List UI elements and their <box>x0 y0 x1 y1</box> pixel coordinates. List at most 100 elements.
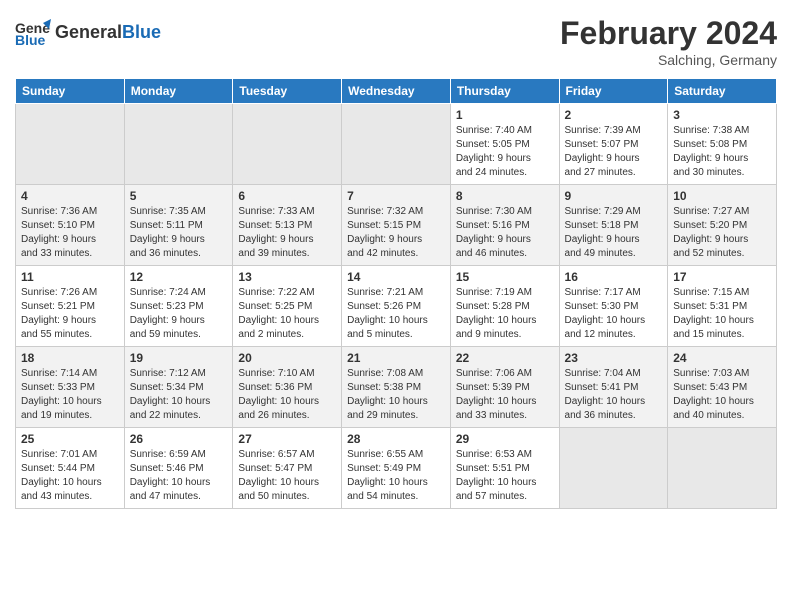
logo-icon: General Blue <box>15 15 51 51</box>
calendar-cell: 25 Sunrise: 7:01 AM Sunset: 5:44 PM Dayli… <box>16 428 125 509</box>
calendar-cell <box>16 104 125 185</box>
day-info: Sunrise: 7:22 AM Sunset: 5:25 PM Dayligh… <box>238 286 336 342</box>
calendar-cell: 23 Sunrise: 7:04 AM Sunset: 5:41 PM Dayli… <box>559 347 668 428</box>
page-header: General Blue GeneralBlue February 2024 S… <box>15 15 777 68</box>
day-info: Sunrise: 7:36 AM Sunset: 5:10 PM Dayligh… <box>21 205 119 261</box>
day-info: Sunrise: 6:55 AM Sunset: 5:49 PM Dayligh… <box>347 448 445 504</box>
calendar-cell: 12 Sunrise: 7:24 AM Sunset: 5:23 PM Dayli… <box>124 266 233 347</box>
calendar-cell: 16 Sunrise: 7:17 AM Sunset: 5:30 PM Dayli… <box>559 266 668 347</box>
day-info: Sunrise: 7:30 AM Sunset: 5:16 PM Dayligh… <box>456 205 554 261</box>
calendar-cell: 4 Sunrise: 7:36 AM Sunset: 5:10 PM Daylig… <box>16 185 125 266</box>
logo-blue: Blue <box>122 22 161 42</box>
day-info: Sunrise: 7:03 AM Sunset: 5:43 PM Dayligh… <box>673 367 771 423</box>
day-number: 15 <box>456 270 554 284</box>
week-row-5: 25 Sunrise: 7:01 AM Sunset: 5:44 PM Dayli… <box>16 428 777 509</box>
day-info: Sunrise: 7:21 AM Sunset: 5:26 PM Dayligh… <box>347 286 445 342</box>
day-number: 7 <box>347 189 445 203</box>
week-row-3: 11 Sunrise: 7:26 AM Sunset: 5:21 PM Dayli… <box>16 266 777 347</box>
calendar-cell: 5 Sunrise: 7:35 AM Sunset: 5:11 PM Daylig… <box>124 185 233 266</box>
calendar-cell: 22Sunrise: 7:06 AM Sunset: 5:39 PM Dayli… <box>450 347 559 428</box>
calendar-cell: 15 Sunrise: 7:19 AM Sunset: 5:28 PM Dayli… <box>450 266 559 347</box>
svg-text:Blue: Blue <box>15 32 46 48</box>
day-number: 26 <box>130 432 228 446</box>
day-info: Sunrise: 7:08 AM Sunset: 5:38 PM Dayligh… <box>347 367 445 423</box>
calendar-cell: 28 Sunrise: 6:55 AM Sunset: 5:49 PM Dayli… <box>342 428 451 509</box>
calendar-cell: 11 Sunrise: 7:26 AM Sunset: 5:21 PM Dayli… <box>16 266 125 347</box>
logo-general: General <box>55 22 122 42</box>
day-info: Sunrise: 6:53 AM Sunset: 5:51 PM Dayligh… <box>456 448 554 504</box>
calendar-cell: 19Sunrise: 7:12 AM Sunset: 5:34 PM Dayli… <box>124 347 233 428</box>
week-row-1: 1 Sunrise: 7:40 AM Sunset: 5:05 PM Daylig… <box>16 104 777 185</box>
day-number: 12 <box>130 270 228 284</box>
weekday-header-thursday: Thursday <box>450 79 559 104</box>
day-number: 16 <box>565 270 663 284</box>
day-number: 21 <box>347 351 445 365</box>
day-number: 20 <box>238 351 336 365</box>
calendar-cell: 18Sunrise: 7:14 AM Sunset: 5:33 PM Dayli… <box>16 347 125 428</box>
calendar-cell: 29 Sunrise: 6:53 AM Sunset: 5:51 PM Dayli… <box>450 428 559 509</box>
calendar-cell: 20 Sunrise: 7:10 AM Sunset: 5:36 PM Dayli… <box>233 347 342 428</box>
calendar-cell: 27 Sunrise: 6:57 AM Sunset: 5:47 PM Dayli… <box>233 428 342 509</box>
calendar-cell: 8 Sunrise: 7:30 AM Sunset: 5:16 PM Daylig… <box>450 185 559 266</box>
day-info: Sunrise: 7:24 AM Sunset: 5:23 PM Dayligh… <box>130 286 228 342</box>
calendar-cell: 14 Sunrise: 7:21 AM Sunset: 5:26 PM Dayli… <box>342 266 451 347</box>
day-number: 18 <box>21 351 119 365</box>
calendar-cell: 21 Sunrise: 7:08 AM Sunset: 5:38 PM Dayli… <box>342 347 451 428</box>
day-number: 11 <box>21 270 119 284</box>
calendar-cell: 2 Sunrise: 7:39 AM Sunset: 5:07 PM Daylig… <box>559 104 668 185</box>
day-number: 24 <box>673 351 771 365</box>
day-info: Sunrise: 7:40 AM Sunset: 5:05 PM Dayligh… <box>456 124 554 180</box>
week-row-4: 18Sunrise: 7:14 AM Sunset: 5:33 PM Dayli… <box>16 347 777 428</box>
weekday-header-sunday: Sunday <box>16 79 125 104</box>
day-number: 29 <box>456 432 554 446</box>
calendar-cell <box>668 428 777 509</box>
weekday-header-wednesday: Wednesday <box>342 79 451 104</box>
calendar-cell <box>233 104 342 185</box>
week-row-2: 4 Sunrise: 7:36 AM Sunset: 5:10 PM Daylig… <box>16 185 777 266</box>
day-info: Sunrise: 7:04 AM Sunset: 5:41 PM Dayligh… <box>565 367 663 423</box>
day-number: 8 <box>456 189 554 203</box>
logo-text: GeneralBlue <box>55 23 161 43</box>
day-number: 17 <box>673 270 771 284</box>
day-info: Sunrise: 7:10 AM Sunset: 5:36 PM Dayligh… <box>238 367 336 423</box>
day-number: 1 <box>456 108 554 122</box>
calendar-cell: 3Sunrise: 7:38 AM Sunset: 5:08 PM Daylig… <box>668 104 777 185</box>
day-info: Sunrise: 6:57 AM Sunset: 5:47 PM Dayligh… <box>238 448 336 504</box>
calendar-subtitle: Salching, Germany <box>560 52 777 68</box>
day-number: 14 <box>347 270 445 284</box>
day-info: Sunrise: 7:35 AM Sunset: 5:11 PM Dayligh… <box>130 205 228 261</box>
calendar-title: February 2024 <box>560 15 777 52</box>
calendar-cell: 24 Sunrise: 7:03 AM Sunset: 5:43 PM Dayli… <box>668 347 777 428</box>
day-number: 5 <box>130 189 228 203</box>
day-number: 9 <box>565 189 663 203</box>
day-number: 27 <box>238 432 336 446</box>
day-number: 28 <box>347 432 445 446</box>
calendar-cell: 26Sunrise: 6:59 AM Sunset: 5:46 PM Dayli… <box>124 428 233 509</box>
day-info: Sunrise: 7:01 AM Sunset: 5:44 PM Dayligh… <box>21 448 119 504</box>
weekday-header-tuesday: Tuesday <box>233 79 342 104</box>
calendar-cell <box>124 104 233 185</box>
day-info: Sunrise: 7:33 AM Sunset: 5:13 PM Dayligh… <box>238 205 336 261</box>
logo: General Blue GeneralBlue <box>15 15 161 51</box>
calendar-cell: 1 Sunrise: 7:40 AM Sunset: 5:05 PM Daylig… <box>450 104 559 185</box>
day-number: 25 <box>21 432 119 446</box>
day-info: Sunrise: 7:38 AM Sunset: 5:08 PM Dayligh… <box>673 124 771 180</box>
day-number: 23 <box>565 351 663 365</box>
day-number: 6 <box>238 189 336 203</box>
day-info: Sunrise: 7:06 AM Sunset: 5:39 PM Dayligh… <box>456 367 554 423</box>
day-number: 2 <box>565 108 663 122</box>
weekday-header-saturday: Saturday <box>668 79 777 104</box>
calendar-cell <box>559 428 668 509</box>
day-number: 19 <box>130 351 228 365</box>
day-info: Sunrise: 7:39 AM Sunset: 5:07 PM Dayligh… <box>565 124 663 180</box>
calendar-cell <box>342 104 451 185</box>
day-number: 4 <box>21 189 119 203</box>
day-info: Sunrise: 7:17 AM Sunset: 5:30 PM Dayligh… <box>565 286 663 342</box>
calendar-cell: 13Sunrise: 7:22 AM Sunset: 5:25 PM Dayli… <box>233 266 342 347</box>
day-info: Sunrise: 7:29 AM Sunset: 5:18 PM Dayligh… <box>565 205 663 261</box>
day-info: Sunrise: 7:19 AM Sunset: 5:28 PM Dayligh… <box>456 286 554 342</box>
weekday-header-friday: Friday <box>559 79 668 104</box>
weekday-header-row: SundayMondayTuesdayWednesdayThursdayFrid… <box>16 79 777 104</box>
day-info: Sunrise: 7:26 AM Sunset: 5:21 PM Dayligh… <box>21 286 119 342</box>
calendar-cell: 9 Sunrise: 7:29 AM Sunset: 5:18 PM Daylig… <box>559 185 668 266</box>
